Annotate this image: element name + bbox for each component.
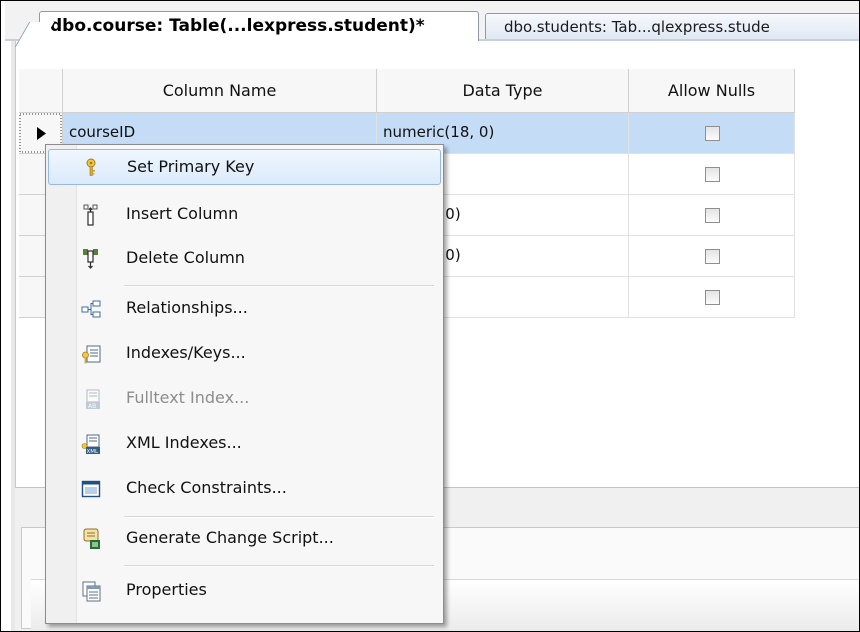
allow-nulls-checkbox[interactable] — [705, 208, 720, 223]
allow-nulls-cell — [629, 113, 795, 154]
document-tab-strip: dbo.course: Table(...lexpress.student)* … — [5, 1, 859, 41]
delete-column-icon — [83, 249, 98, 269]
menu-item-label: Set Primary Key — [127, 157, 255, 176]
tab-label: dbo.students: Tab...qlexpress.stude — [504, 18, 770, 36]
cell-text: numeric(18, 0) — [383, 123, 495, 141]
header-label: Column Name — [162, 81, 277, 100]
svg-text:XML: XML — [87, 449, 100, 455]
allow-nulls-cell — [629, 277, 795, 318]
tab-students-table[interactable]: dbo.students: Tab...qlexpress.stude — [485, 13, 859, 39]
header-label: Allow Nulls — [667, 81, 756, 100]
menu-item-indexes-keys[interactable]: Indexes/Keys... — [48, 336, 441, 372]
menu-separator — [124, 565, 434, 567]
allow-nulls-checkbox[interactable] — [705, 249, 720, 264]
allow-nulls-checkbox[interactable] — [705, 126, 720, 141]
allow-nulls-checkbox[interactable] — [705, 167, 720, 182]
menu-item-generate-change-script[interactable]: Generate Change Script... — [48, 521, 441, 557]
menu-item-insert-column[interactable]: Insert Column — [48, 197, 441, 233]
menu-item-set-primary-key[interactable]: Set Primary Key — [48, 149, 441, 185]
menu-separator — [124, 285, 434, 287]
generate-script-icon — [83, 528, 100, 549]
menu-item-xml-indexes[interactable]: XML XML Indexes... — [48, 426, 441, 462]
header-label: Data Type — [462, 81, 543, 100]
menu-item-label: Check Constraints... — [126, 478, 287, 497]
table-designer-window: dbo.course: Table(...lexpress.student)* … — [0, 0, 860, 632]
xml-indexes-icon: XML — [81, 434, 100, 455]
row-header-corner — [19, 69, 63, 113]
svg-text:AB: AB — [88, 403, 96, 410]
menu-item-label: Fulltext Index... — [126, 388, 250, 407]
column-header-allow-nulls[interactable]: Allow Nulls — [629, 69, 795, 113]
context-menu: Set Primary Key Insert Column Delete Col… — [45, 144, 444, 624]
menu-item-delete-column[interactable]: Delete Column — [48, 241, 441, 277]
tab-label: dbo.course: Table(...lexpress.student)* — [50, 16, 425, 36]
menu-item-check-constraints[interactable]: Check Constraints... — [48, 471, 441, 507]
menu-item-properties[interactable]: Properties — [48, 573, 441, 609]
allow-nulls-cell — [629, 154, 795, 195]
fulltext-index-icon: AB — [86, 389, 100, 410]
menu-item-label: Delete Column — [126, 248, 245, 267]
tab-course-table[interactable]: dbo.course: Table(...lexpress.student)* — [39, 11, 479, 41]
menu-item-label: XML Indexes... — [126, 433, 242, 452]
allow-nulls-cell — [629, 195, 795, 236]
primary-key-icon — [86, 158, 96, 176]
menu-item-label: Insert Column — [126, 204, 239, 223]
menu-item-label: Relationships... — [126, 298, 248, 317]
column-header-data-type[interactable]: Data Type — [377, 69, 629, 113]
cell-text: courseID — [69, 123, 136, 141]
menu-item-fulltext-index[interactable]: AB Fulltext Index... — [48, 381, 441, 417]
menu-separator — [124, 516, 434, 518]
check-constraints-icon — [81, 480, 101, 498]
indexes-keys-icon — [82, 345, 101, 364]
properties-icon — [82, 581, 101, 602]
menu-item-relationships[interactable]: Relationships... — [48, 291, 441, 327]
column-header-column-name[interactable]: Column Name — [63, 69, 377, 113]
allow-nulls-cell — [629, 236, 795, 277]
menu-item-label: Properties — [126, 580, 207, 599]
relationships-icon — [81, 300, 101, 318]
menu-item-label: Indexes/Keys... — [126, 343, 246, 362]
menu-item-label: Generate Change Script... — [126, 528, 334, 547]
allow-nulls-checkbox[interactable] — [705, 290, 720, 305]
insert-column-icon — [83, 204, 98, 226]
